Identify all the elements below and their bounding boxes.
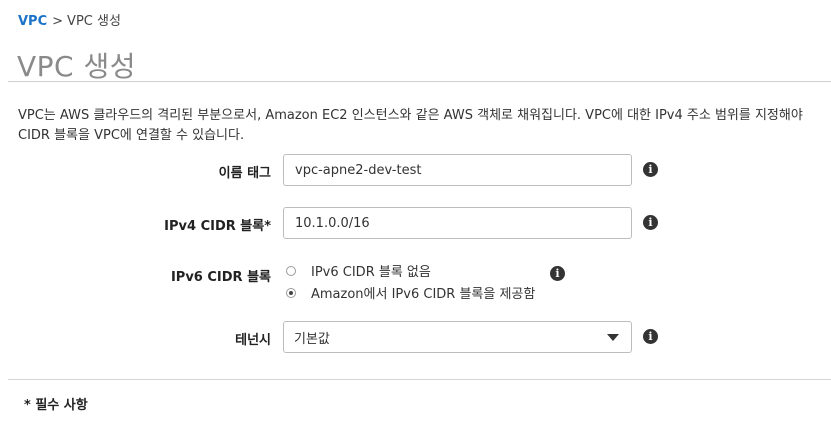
ipv4-cidr-input[interactable]: [283, 207, 632, 239]
page-description: VPC는 AWS 클라우드의 격리된 부분으로서, Amazon EC2 인스턴…: [18, 106, 831, 146]
name-tag-input[interactable]: [283, 154, 632, 186]
ipv6-amazon-label[interactable]: Amazon에서 IPv6 CIDR 블록을 제공함: [311, 283, 535, 302]
description-line-1: VPC는 AWS 클라우드의 격리된 부분으로서, Amazon EC2 인스턴…: [18, 108, 803, 123]
breadcrumb-current: VPC 생성: [67, 14, 121, 29]
required-note: * 필수 사항: [24, 398, 88, 413]
ipv6-amazon-radio[interactable]: [286, 287, 296, 298]
caret-down-icon[interactable]: [607, 333, 619, 341]
title-divider: [8, 81, 831, 82]
info-icon[interactable]: i: [550, 266, 565, 281]
info-icon[interactable]: i: [643, 215, 658, 230]
ipv4-cidr-label: IPv4 CIDR 블록*: [164, 219, 271, 234]
breadcrumb-vpc-link[interactable]: VPC: [18, 14, 47, 29]
info-icon[interactable]: i: [643, 162, 658, 177]
ipv6-none-label[interactable]: IPv6 CIDR 블록 없음: [311, 261, 431, 280]
info-icon[interactable]: i: [643, 329, 658, 344]
tenancy-select[interactable]: 기본값: [283, 321, 632, 353]
name-tag-label: 이름 태그: [218, 166, 271, 181]
ipv6-cidr-label: IPv6 CIDR 블록: [170, 270, 271, 285]
ipv6-option-none[interactable]: IPv6 CIDR 블록 없음: [286, 261, 431, 280]
breadcrumb-separator: >: [52, 14, 64, 29]
ipv6-option-amazon[interactable]: Amazon에서 IPv6 CIDR 블록을 제공함: [286, 283, 535, 302]
section-divider: [8, 379, 831, 380]
ipv6-none-radio[interactable]: [286, 265, 296, 276]
description-line-2: CIDR 블록을 VPC에 연결할 수 있습니다.: [18, 128, 245, 143]
breadcrumb: VPC > VPC 생성: [18, 10, 121, 29]
page-title: VPC 생성: [17, 50, 137, 83]
tenancy-selected-value: 기본값: [294, 331, 330, 347]
tenancy-label: 테넌시: [235, 333, 271, 348]
